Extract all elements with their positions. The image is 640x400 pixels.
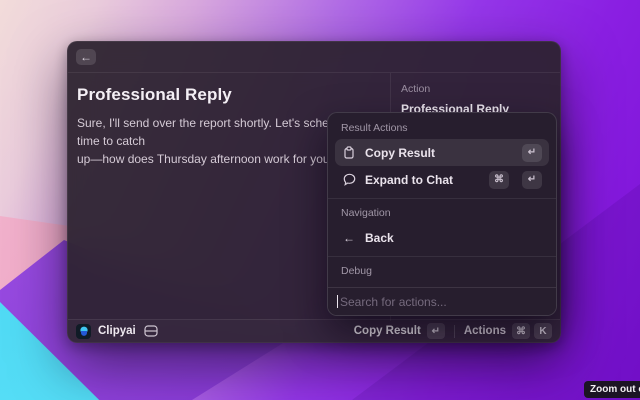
section-title: Navigation: [335, 204, 549, 224]
menu-section-debug: Debug Reload ⌘ R: [328, 256, 556, 287]
result-title: Professional Reply: [77, 85, 380, 105]
drawer-icon[interactable]: [144, 325, 158, 337]
menu-section-result-actions: Result Actions Copy Result ↵: [335, 119, 549, 193]
menu-item-label: Expand to Chat: [365, 173, 480, 187]
back-button[interactable]: ←: [76, 49, 96, 65]
section-title: Debug: [335, 262, 549, 282]
status-bar: Clipyai Copy Result ↵ Actions ⌘ K: [68, 319, 560, 342]
zoom-tooltip: Zoom out on: [584, 381, 640, 398]
text-caret: [337, 295, 338, 308]
back-icon: ←: [80, 50, 92, 65]
k-key-badge: K: [534, 323, 552, 339]
actions-menu-list: Result Actions Copy Result ↵: [328, 113, 556, 287]
zoom-tooltip-text: Zoom out on: [590, 384, 640, 395]
clipboard-icon: [342, 146, 356, 159]
menu-item-label: Back: [365, 231, 542, 245]
actions-menu-button[interactable]: Actions: [464, 325, 506, 337]
window-header: ←: [68, 42, 560, 73]
actions-popup: Result Actions Copy Result ↵: [327, 112, 557, 316]
return-key-badge: ↵: [427, 323, 445, 339]
command-key-badge: ⌘: [512, 323, 530, 339]
actions-search-input[interactable]: [340, 295, 547, 309]
clipyai-logo-icon: [76, 324, 91, 339]
menu-item-label: Copy Result: [365, 146, 513, 160]
return-key-badge: ↵: [522, 144, 542, 162]
status-bar-separator: [454, 325, 455, 338]
menu-item-back[interactable]: ← Back: [335, 224, 549, 251]
menu-item-copy-result[interactable]: Copy Result ↵: [335, 139, 549, 166]
command-key-badge: ⌘: [489, 171, 509, 189]
return-key-badge: ↵: [522, 171, 542, 189]
chat-bubble-icon: [342, 173, 356, 186]
app-name: Clipyai: [98, 325, 136, 337]
primary-action-button[interactable]: Copy Result: [354, 325, 421, 337]
menu-section-navigation: Navigation ← Back: [328, 198, 556, 251]
arrow-left-icon: ←: [342, 231, 356, 245]
action-pane-header: Action: [401, 83, 550, 95]
section-title: Result Actions: [335, 119, 549, 139]
actions-search-bar: [328, 287, 556, 315]
menu-item-expand-to-chat[interactable]: Expand to Chat ⌘ ↵: [335, 166, 549, 193]
desktop: ← Professional Reply Sure, I'll send ove…: [0, 0, 640, 400]
